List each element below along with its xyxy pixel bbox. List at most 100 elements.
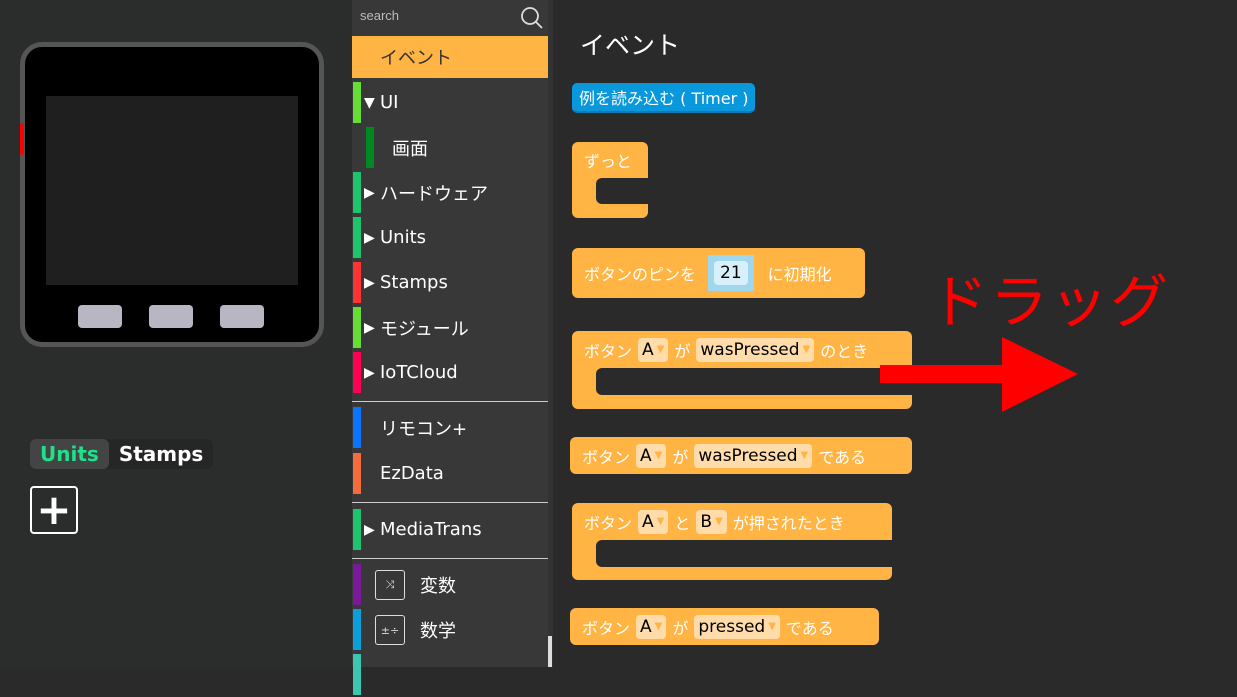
dropdown-value: A: [642, 511, 654, 532]
tab-units[interactable]: Units: [30, 439, 109, 469]
tab-stamps[interactable]: Stamps: [109, 439, 214, 469]
dropdown-arrow-icon: ▼: [656, 344, 665, 355]
category-events[interactable]: イベント: [352, 36, 548, 78]
block-text: ボタン: [582, 618, 631, 638]
category-color-bar: [353, 262, 361, 303]
category-color-bar: [353, 217, 361, 258]
category-iotcloud[interactable]: ▶ IoTCloud: [352, 350, 548, 395]
event-dropdown[interactable]: wasPressed ▼: [696, 337, 815, 362]
shuffle-icon: ⤨: [375, 570, 405, 600]
divider: [352, 401, 548, 402]
expand-arrow-icon: ▶: [364, 184, 375, 201]
category-modules[interactable]: ▶ モジュール: [352, 305, 548, 350]
calculator-icon: ±÷: [375, 615, 405, 645]
category-screen[interactable]: 画面: [352, 125, 548, 170]
toolbox: イベント ▼ UI 画面 ▶ ハードウェア ▶ Units ▶ Stamps ▶…: [352, 0, 548, 695]
category-label: IoTCloud: [380, 362, 458, 383]
device-button-a[interactable]: [78, 305, 122, 328]
block-text: ボタンのピンを: [584, 265, 697, 284]
event-dropdown[interactable]: wasPressed ▼: [694, 443, 813, 468]
category-color-bar: [353, 307, 361, 348]
search-box: [352, 0, 548, 36]
category-color-bar: [353, 509, 361, 550]
device-button-c[interactable]: [220, 305, 264, 328]
block-text: ボタン: [582, 447, 631, 467]
block-text: である: [818, 447, 867, 467]
dropdown-arrow-icon: ▼: [654, 450, 663, 461]
category-ui[interactable]: ▼ UI: [352, 80, 548, 125]
category-color-bar: [353, 564, 361, 605]
toolbox-scroll-thumb[interactable]: [548, 636, 552, 667]
dropdown-arrow-icon: ▼: [715, 516, 723, 527]
dropdown-arrow-icon: ▼: [654, 621, 663, 632]
category-label: 画面: [392, 138, 428, 160]
expand-arrow-icon: ▶: [364, 319, 375, 336]
button-dropdown[interactable]: A ▼: [636, 443, 667, 468]
divider: [352, 558, 548, 559]
button-was-pressed-condition-block[interactable]: ボタン A ▼ が wasPressed ▼ である: [570, 437, 912, 474]
category-color-bar: [353, 82, 361, 123]
init-button-pin-block[interactable]: ボタンのピンを 21 に初期化: [572, 248, 865, 298]
expand-arrow-icon: ▶: [364, 229, 375, 246]
category-stamps[interactable]: ▶ Stamps: [352, 260, 548, 305]
category-label: モジュール: [380, 318, 469, 340]
button2-dropdown[interactable]: B ▼: [696, 509, 727, 534]
dropdown-value: A: [640, 445, 652, 466]
power-led: [20, 123, 24, 155]
block-text: と: [674, 513, 691, 533]
category-color-bar: [366, 127, 374, 168]
dropdown-value: wasPressed: [700, 339, 800, 360]
block-text: が押されたとき: [732, 513, 845, 533]
dropdown-value: A: [640, 616, 652, 637]
block-text: ボタン: [584, 341, 633, 361]
category-label: EzData: [380, 463, 444, 484]
category-hardware[interactable]: ▶ ハードウェア: [352, 170, 548, 215]
block-text: である: [785, 618, 834, 638]
pin-number-input[interactable]: 21: [714, 261, 748, 285]
forever-label: ずっと: [584, 152, 633, 171]
block-text: が: [672, 447, 689, 467]
m5stack-device: [20, 42, 324, 347]
dropdown-value: pressed: [698, 616, 766, 637]
category-more[interactable]: [352, 652, 548, 697]
button1-dropdown[interactable]: A ▼: [638, 509, 669, 534]
block-text: が: [674, 341, 691, 361]
category-color-bar: [353, 407, 361, 448]
category-color-bar: [353, 172, 361, 213]
category-remote[interactable]: リモコン+: [352, 405, 548, 450]
block-text: に初期化: [767, 265, 832, 284]
button-dropdown[interactable]: A ▼: [636, 614, 667, 639]
dropdown-value: A: [642, 339, 654, 360]
expand-arrow-icon: ▶: [364, 521, 375, 538]
category-label: Units: [380, 227, 427, 248]
category-color-bar: [353, 453, 361, 494]
device-panel: Units Stamps +: [0, 0, 352, 667]
device-screen: [46, 96, 298, 285]
search-icon[interactable]: [520, 6, 544, 30]
divider: [352, 502, 548, 503]
category-label: 変数: [420, 575, 456, 597]
dropdown-arrow-icon: ▼: [656, 516, 665, 527]
category-mediatrans[interactable]: ▶ MediaTrans: [352, 507, 548, 552]
expand-arrow-icon: ▼: [364, 94, 375, 111]
event-dropdown[interactable]: pressed ▼: [694, 614, 780, 639]
category-color-bar: [353, 654, 361, 695]
category-ezdata[interactable]: EzData: [352, 451, 548, 496]
category-label: リモコン+: [380, 418, 468, 440]
dropdown-arrow-icon: ▼: [802, 344, 811, 355]
pin-number-slot: 21: [708, 255, 754, 291]
search-input[interactable]: [360, 8, 510, 23]
category-variables[interactable]: ⤨ 変数: [352, 562, 548, 607]
category-units[interactable]: ▶ Units: [352, 215, 548, 260]
load-example-button[interactable]: 例を読み込む ( Timer ): [572, 83, 756, 113]
units-stamps-tabs: Units Stamps: [30, 439, 214, 469]
category-label: Stamps: [380, 272, 448, 293]
add-unit-button[interactable]: +: [30, 486, 78, 534]
category-math[interactable]: ±÷ 数学: [352, 607, 548, 652]
button-dropdown[interactable]: A ▼: [638, 337, 669, 362]
category-label: ハードウェア: [380, 183, 488, 205]
device-button-b[interactable]: [149, 305, 193, 328]
category-label: 数学: [420, 620, 456, 642]
block-text: ボタン: [584, 513, 633, 533]
button-pressed-condition-block[interactable]: ボタン A ▼ が pressed ▼ である: [570, 608, 879, 645]
